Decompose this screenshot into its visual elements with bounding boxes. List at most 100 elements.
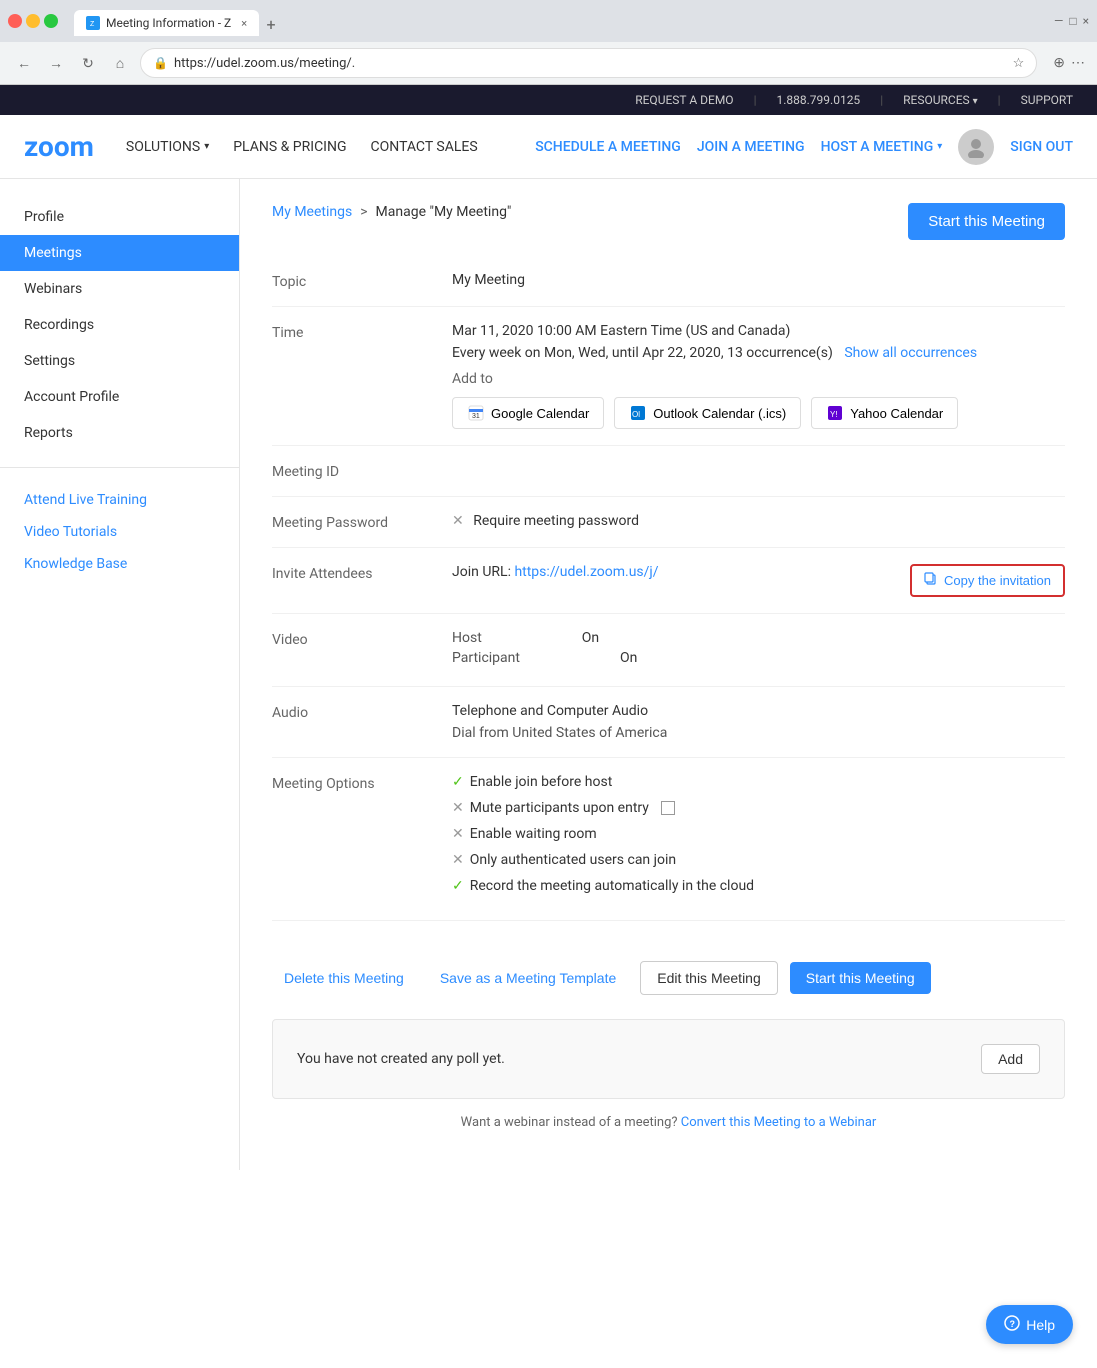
sign-out-link[interactable]: SIGN OUT [1010, 139, 1073, 155]
google-calendar-btn[interactable]: 31 Google Calendar [452, 397, 604, 429]
back-btn[interactable]: ← [12, 51, 36, 75]
favicon: Z [86, 16, 100, 30]
video-value: Host On Participant On [452, 630, 1065, 670]
join-link[interactable]: JOIN A MEETING [697, 139, 805, 155]
request-demo-link[interactable]: REQUEST A DEMO [635, 93, 733, 107]
help-btn[interactable]: ? Help [986, 1305, 1073, 1344]
join-url-link[interactable]: https://udel.zoom.us/j/ [514, 564, 658, 580]
info-checkbox [661, 801, 675, 815]
address-bar[interactable]: 🔒 https://udel.zoom.us/meeting/. ☆ [140, 48, 1037, 78]
delete-meeting-btn[interactable]: Delete this Meeting [272, 962, 416, 994]
video-row: Video Host On Participant On [272, 614, 1065, 687]
menu-icon[interactable]: ⋯ [1071, 55, 1085, 71]
outlook-calendar-icon: Ol [629, 404, 647, 422]
recurrence-text: Every week on Mon, Wed, until Apr 22, 20… [452, 345, 833, 361]
start-meeting-btn-bottom[interactable]: Start this Meeting [790, 962, 931, 994]
sidebar: Profile Meetings Webinars Recordings Set… [0, 179, 240, 1170]
meeting-id-row: Meeting ID [272, 446, 1065, 497]
edit-meeting-btn[interactable]: Edit this Meeting [640, 961, 778, 995]
sidebar-item-profile[interactable]: Profile [0, 199, 239, 235]
page-layout: Profile Meetings Webinars Recordings Set… [0, 179, 1097, 1170]
phone-link[interactable]: 1.888.799.0125 [777, 93, 861, 107]
x-icon-3: ✕ [452, 852, 464, 868]
time-value: Mar 11, 2020 10:00 AM Eastern Time (US a… [452, 323, 1065, 429]
forward-btn[interactable]: → [44, 51, 68, 75]
solutions-chevron-icon: ▾ [204, 141, 209, 152]
password-row: Meeting Password ✕ Require meeting passw… [272, 497, 1065, 548]
support-link[interactable]: SUPPORT [1021, 93, 1073, 107]
plans-link[interactable]: PLANS & PRICING [233, 139, 346, 155]
breadcrumb: My Meetings > Manage "My Meeting" [272, 204, 511, 220]
home-btn[interactable]: ⌂ [108, 51, 132, 75]
browser-minimize-btn[interactable] [26, 14, 40, 28]
add-to-label: Add to [452, 371, 493, 387]
sidebar-item-settings[interactable]: Settings [0, 343, 239, 379]
sidebar-item-account-profile[interactable]: Account Profile [0, 379, 239, 415]
add-to-row: Add to [452, 371, 1065, 387]
new-tab-btn[interactable]: + [259, 12, 283, 36]
footer-text: Want a webinar instead of a meeting? Con… [272, 1099, 1065, 1146]
start-meeting-btn-top[interactable]: Start this Meeting [908, 203, 1065, 240]
browser-close-btn[interactable] [8, 14, 22, 28]
top-nav-bar: REQUEST A DEMO | 1.888.799.0125 | RESOUR… [0, 85, 1097, 115]
window-controls: — □ × [1054, 14, 1089, 28]
poll-text: You have not created any poll yet. [297, 1051, 505, 1067]
bookmark-icon[interactable]: ☆ [1013, 56, 1025, 71]
password-value: ✕ Require meeting password [452, 513, 1065, 529]
browser-titlebar: Z Meeting Information - Z × + — □ × [0, 0, 1097, 42]
sidebar-link-tutorials[interactable]: Video Tutorials [0, 516, 239, 548]
meeting-id-label: Meeting ID [272, 462, 452, 480]
solutions-link[interactable]: SOLUTIONS ▾ [126, 139, 209, 155]
copy-icon [924, 572, 938, 589]
option-record-cloud: ✓ Record the meeting automatically in th… [452, 878, 1065, 894]
tab-title: Meeting Information - Z [106, 16, 231, 30]
header-row: My Meetings > Manage "My Meeting" Start … [272, 203, 1065, 240]
topic-row: Topic My Meeting [272, 256, 1065, 307]
browser-chrome: Z Meeting Information - Z × + — □ × ← → … [0, 0, 1097, 85]
copy-invitation-btn[interactable]: Copy the invitation [910, 564, 1065, 597]
yahoo-calendar-btn[interactable]: Y! Yahoo Calendar [811, 397, 958, 429]
browser-addressbar: ← → ↻ ⌂ 🔒 https://udel.zoom.us/meeting/.… [0, 42, 1097, 84]
poll-section: You have not created any poll yet. Add [272, 1019, 1065, 1099]
sidebar-link-knowledge[interactable]: Knowledge Base [0, 548, 239, 580]
show-all-occurrences-link[interactable]: Show all occurrences [844, 345, 977, 361]
participant-label: Participant [452, 650, 520, 666]
browser-tab-active[interactable]: Z Meeting Information - Z × [74, 10, 259, 36]
host-chevron-icon: ▾ [937, 141, 942, 152]
action-row: Delete this Meeting Save as a Meeting Te… [272, 945, 1065, 1011]
option-join-before-host: ✓ Enable join before host [452, 774, 1065, 790]
browser-maximize-btn[interactable] [44, 14, 58, 28]
convert-webinar-link[interactable]: Convert this Meeting to a Webinar [681, 1115, 877, 1130]
sidebar-link-training[interactable]: Attend Live Training [0, 484, 239, 516]
zoom-logo[interactable]: zoom [24, 130, 94, 163]
sidebar-item-webinars[interactable]: Webinars [0, 271, 239, 307]
refresh-btn[interactable]: ↻ [76, 51, 100, 75]
extensions-icon[interactable]: ⊕ [1053, 55, 1065, 71]
breadcrumb-separator: > [360, 204, 367, 220]
add-poll-btn[interactable]: Add [981, 1044, 1040, 1074]
recurrence-row: Every week on Mon, Wed, until Apr 22, 20… [452, 345, 1065, 361]
google-calendar-icon: 31 [467, 404, 485, 422]
sidebar-item-meetings[interactable]: Meetings [0, 235, 239, 271]
schedule-link[interactable]: SCHEDULE A MEETING [535, 139, 681, 155]
main-nav: zoom SOLUTIONS ▾ PLANS & PRICING CONTACT… [0, 115, 1097, 179]
sidebar-item-reports[interactable]: Reports [0, 415, 239, 451]
outlook-calendar-btn[interactable]: Ol Outlook Calendar (.ics) [614, 397, 801, 429]
time-label: Time [272, 323, 452, 341]
url-text: https://udel.zoom.us/meeting/. [174, 56, 1007, 71]
contact-sales-link[interactable]: CONTACT SALES [371, 139, 478, 155]
audio-label: Audio [272, 703, 452, 721]
address-icons: ☆ [1013, 56, 1025, 71]
save-template-btn[interactable]: Save as a Meeting Template [428, 962, 628, 994]
sidebar-item-recordings[interactable]: Recordings [0, 307, 239, 343]
main-content: My Meetings > Manage "My Meeting" Start … [240, 179, 1097, 1170]
user-avatar[interactable] [958, 129, 994, 165]
tab-close-btn[interactable]: × [241, 17, 247, 30]
svg-text:Ol: Ol [632, 410, 640, 419]
meeting-options-value: ✓ Enable join before host ✕ Mute partici… [452, 774, 1065, 904]
host-link[interactable]: HOST A MEETING ▾ [821, 139, 943, 155]
time-row: Time Mar 11, 2020 10:00 AM Eastern Time … [272, 307, 1065, 446]
calendar-buttons: 31 Google Calendar Ol [452, 397, 1065, 429]
breadcrumb-my-meetings[interactable]: My Meetings [272, 204, 352, 220]
resources-link[interactable]: RESOURCES ▾ [903, 93, 978, 107]
